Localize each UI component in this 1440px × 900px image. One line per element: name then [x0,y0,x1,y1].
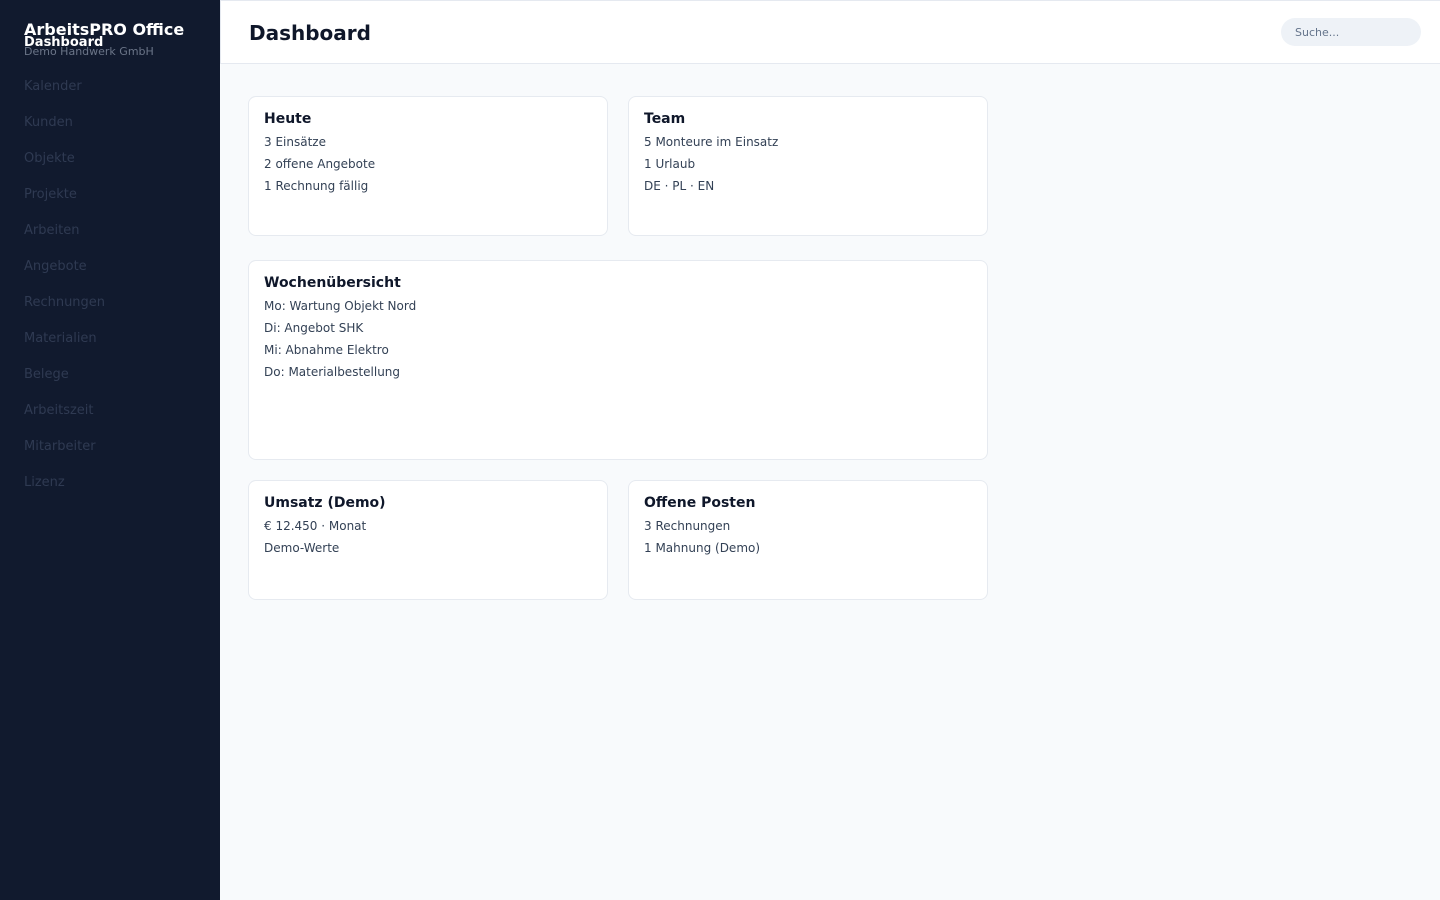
sidebar-item-objekte[interactable]: Objekte [0,140,220,176]
card-line: 1 Urlaub [644,157,696,171]
card-team: Team 5 Monteure im Einsatz 1 Urlaub DE ·… [628,96,988,236]
card-line: 2 offene Angebote [264,157,376,171]
sidebar-item-lizenz[interactable]: Lizenz [0,464,220,500]
card-line: Mi: Abnahme Elektro [264,343,389,357]
card-offene-posten: Offene Posten 3 Rechnungen 1 Mahnung (De… [628,480,988,600]
sidebar-item-projekte[interactable]: Projekte [0,176,220,212]
sidebar-item-kalender[interactable]: Kalender [0,68,220,104]
sidebar-item-arbeiten[interactable]: Arbeiten [0,212,220,248]
card-line: Do: Materialbestellung [264,365,401,379]
card-title: Umsatz (Demo) [264,495,386,511]
card-line: 5 Monteure im Einsatz [644,135,779,149]
card-line: € 12.450 · Monat [264,519,367,533]
card-line: 3 Einsätze [264,135,326,149]
sidebar-item-mitarbeiter[interactable]: Mitarbeiter [0,428,220,464]
company-name: Demo Handwerk GmbH [24,45,154,58]
card-line: Di: Angebot SHK [264,321,364,335]
sidebar-item-belege[interactable]: Belege [0,356,220,392]
app-root: ArbeitsPRO Office Dashboard Demo Handwer… [0,0,1440,900]
card-title: Team [644,111,686,127]
sidebar-nav: Kalender Kunden Objekte Projekte Arbeite… [0,68,220,500]
sidebar-item-kunden[interactable]: Kunden [0,104,220,140]
card-line: 1 Rechnung fällig [264,179,369,193]
sidebar: ArbeitsPRO Office Dashboard Demo Handwer… [0,0,220,900]
card-line: 1 Mahnung (Demo) [644,541,761,555]
card-wochenuebersicht: Wochenübersicht Mo: Wartung Objekt Nord … [248,260,988,460]
card-line: Demo-Werte [264,541,340,555]
sidebar-item-materialien[interactable]: Materialien [0,320,220,356]
card-title: Heute [264,111,312,127]
card-heute: Heute 3 Einsätze 2 offene Angebote 1 Rec… [248,96,608,236]
card-line: 3 Rechnungen [644,519,731,533]
top-header: Dashboard [220,0,1440,64]
card-title: Offene Posten [644,495,756,511]
card-line: Mo: Wartung Objekt Nord [264,299,417,313]
card-line: DE · PL · EN [644,179,715,193]
card-title: Wochenübersicht [264,275,401,291]
page-title: Dashboard [249,21,371,45]
sidebar-item-rechnungen[interactable]: Rechnungen [0,284,220,320]
sidebar-item-arbeitszeit[interactable]: Arbeitszeit [0,392,220,428]
search-input[interactable] [1281,18,1421,46]
sidebar-item-angebote[interactable]: Angebote [0,248,220,284]
card-umsatz: Umsatz (Demo) € 12.450 · Monat Demo-Wert… [248,480,608,600]
